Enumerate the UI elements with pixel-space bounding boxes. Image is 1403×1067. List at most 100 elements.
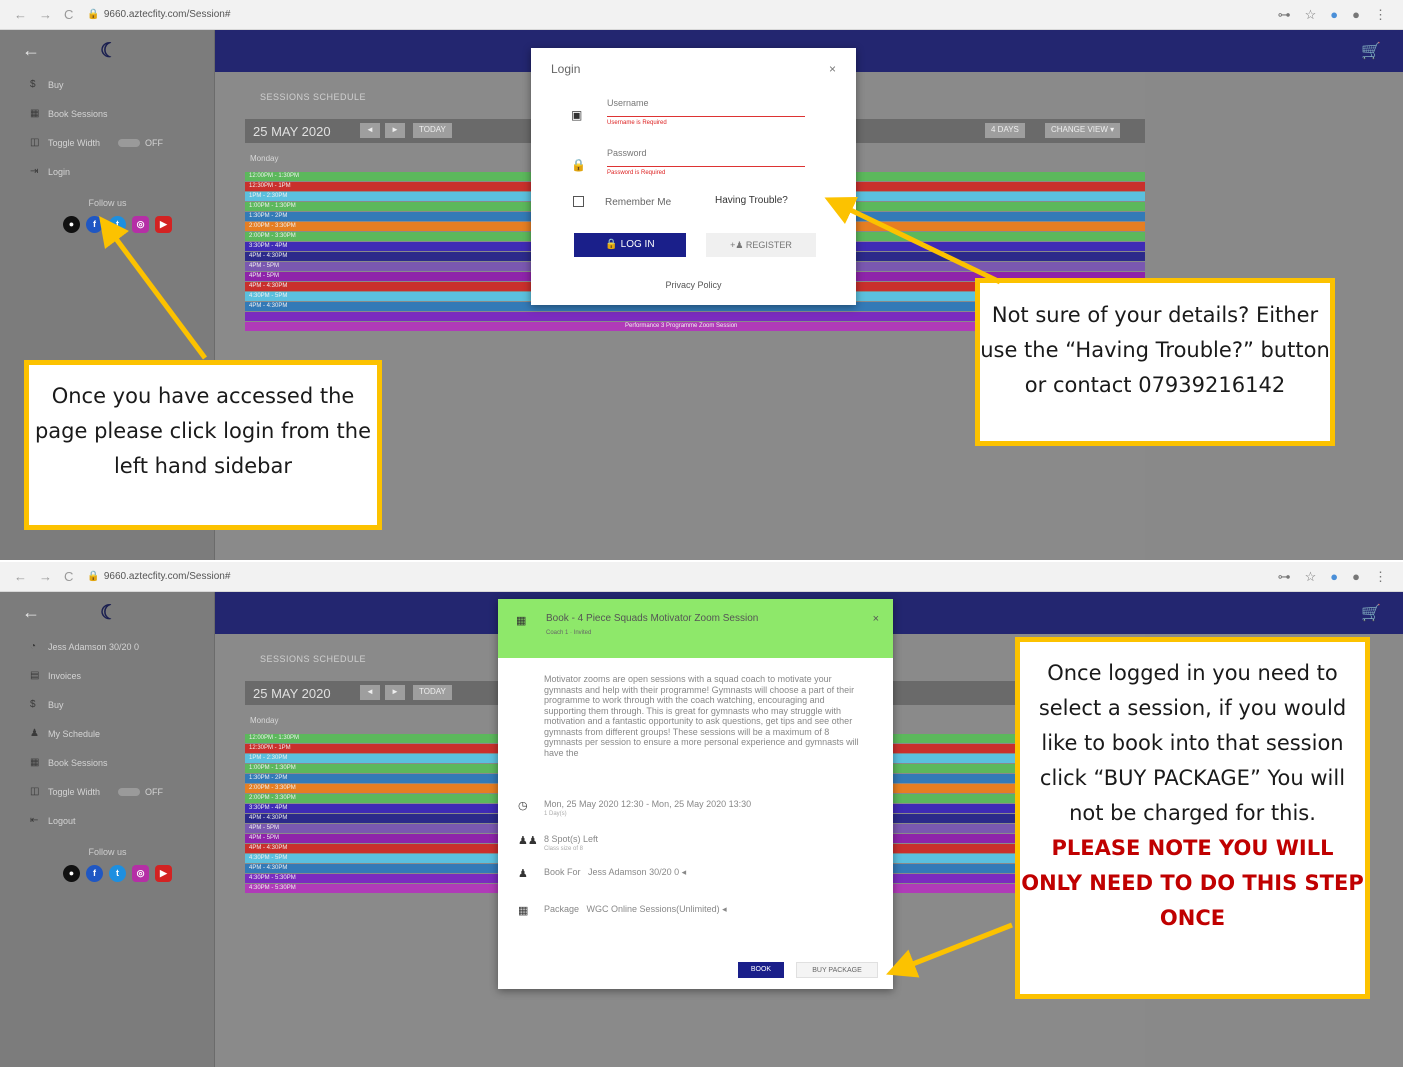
- cart-icon[interactable]: 🛒: [1361, 41, 1381, 61]
- star-icon[interactable]: ☆: [1305, 569, 1317, 585]
- session-time: 3:30PM - 4PM: [249, 805, 288, 811]
- sidebar-item-buy[interactable]: $ Buy: [0, 690, 214, 719]
- login-screenshot-panel: ← → C 🔒 9660.aztecfity.com/Session# ⊶ ☆ ●…: [0, 0, 1403, 560]
- change-view-button[interactable]: CHANGE VIEW ▾: [1045, 123, 1121, 138]
- today-button[interactable]: TODAY: [413, 685, 452, 700]
- twitter-icon[interactable]: t: [109, 865, 126, 882]
- having-trouble-link[interactable]: Having Trouble?: [715, 195, 788, 206]
- instagram-icon[interactable]: ◎: [132, 216, 149, 233]
- sidebar-back-icon[interactable]: ←: [22, 40, 40, 61]
- session-time: 4PM - 5PM: [249, 825, 280, 831]
- session-time: 4PM - 4:30PM: [249, 815, 288, 821]
- address-bar[interactable]: 🔒 9660.aztecfity.com/Session#: [87, 9, 230, 20]
- sidebar-item-logout[interactable]: ⇤ Logout: [0, 806, 214, 835]
- dropdown-icon[interactable]: ◂: [682, 867, 687, 877]
- social-icon-1[interactable]: ●: [63, 865, 80, 882]
- dollar-icon: $: [30, 699, 36, 710]
- key-icon[interactable]: ⊶: [1278, 569, 1291, 585]
- sidebar-item-book-sessions[interactable]: ▦ Book Sessions: [0, 748, 214, 777]
- sidebar: ← ☾ ◔ Jess Adamson 30/20 0 ▤ Invoices $ Buy…: [0, 592, 215, 1067]
- group-icon: ♟♟: [518, 835, 538, 847]
- sidebar-item-buy[interactable]: $ Buy: [0, 70, 214, 99]
- back-arrow-icon[interactable]: ←: [14, 7, 27, 22]
- booking-instruction-callout: Once logged in you need to select a sess…: [1015, 637, 1370, 999]
- toggle-switch[interactable]: [118, 138, 141, 147]
- session-time: 4:30PM - 5PM: [249, 855, 288, 861]
- browser-toolbar: ← → C 🔒 9660.aztecfity.com/Session# ⊶ ☆ ●…: [0, 562, 1403, 592]
- browser-toolbar: ← → C 🔒 9660.aztecfity.com/Session# ⊶ ☆ ●…: [0, 0, 1403, 30]
- next-button[interactable]: ►: [385, 685, 405, 700]
- width-icon: ◫: [30, 137, 40, 148]
- login-button[interactable]: 🔒 LOG IN: [574, 233, 686, 257]
- column-header: Monday: [250, 154, 279, 163]
- book-button[interactable]: BOOK: [738, 962, 784, 978]
- remember-checkbox[interactable]: [573, 196, 584, 207]
- id-card-icon: ▣: [571, 108, 583, 122]
- today-button[interactable]: TODAY: [413, 123, 452, 138]
- calendar-icon: ▦: [30, 108, 40, 119]
- buy-package-button[interactable]: BUY PACKAGE: [796, 962, 878, 978]
- current-date: 25 MAY 2020: [253, 686, 331, 701]
- sidebar-item-book-sessions[interactable]: ▦ Book Sessions: [0, 99, 214, 128]
- person-icon: ♟: [30, 728, 39, 739]
- menu-dots-icon[interactable]: ⋮: [1374, 7, 1387, 23]
- profile-icon[interactable]: ●: [1352, 569, 1360, 585]
- session-time: 4PM - 5PM: [249, 835, 280, 841]
- session-time: 2:00PM - 3:30PM: [249, 795, 296, 801]
- address-bar[interactable]: 🔒 9660.aztecfity.com/Session#: [87, 571, 230, 582]
- youtube-icon[interactable]: ▶: [155, 216, 172, 233]
- sidebar-item-toggle-width[interactable]: ◫ Toggle Width OFF: [0, 777, 214, 806]
- session-time: 1:00PM - 1:30PM: [249, 765, 296, 771]
- reload-icon[interactable]: C: [64, 569, 73, 584]
- extension-icon[interactable]: ●: [1330, 569, 1338, 585]
- dropdown-icon[interactable]: ◂: [722, 904, 727, 914]
- avatar-icon: ◔: [30, 641, 37, 652]
- facebook-icon[interactable]: f: [86, 865, 103, 882]
- forward-arrow-icon[interactable]: →: [39, 7, 52, 22]
- instagram-icon[interactable]: ◎: [132, 865, 149, 882]
- session-time: 4PM - 4:30PM: [249, 865, 288, 871]
- privacy-policy-link[interactable]: Privacy Policy: [531, 280, 856, 290]
- sidebar-item-user[interactable]: ◔ Jess Adamson 30/20 0: [0, 632, 214, 661]
- session-time: 12:30PM - 1PM: [249, 745, 291, 751]
- menu-dots-icon[interactable]: ⋮: [1374, 569, 1387, 585]
- prev-button[interactable]: ◄: [360, 123, 380, 138]
- days-button[interactable]: 4 DAYS: [985, 123, 1025, 138]
- session-time: 4PM - 5PM: [249, 263, 280, 269]
- session-time: 3:30PM - 4PM: [249, 243, 288, 249]
- sidebar-item-invoices[interactable]: ▤ Invoices: [0, 661, 214, 690]
- prev-button[interactable]: ◄: [360, 685, 380, 700]
- session-time: 12:00PM - 1:30PM: [249, 173, 300, 179]
- twitter-icon[interactable]: t: [109, 216, 126, 233]
- toggle-switch[interactable]: [118, 787, 141, 796]
- back-arrow-icon[interactable]: ←: [14, 569, 27, 584]
- lock-icon: 🔒: [571, 158, 586, 172]
- register-button[interactable]: +♟ REGISTER: [706, 233, 816, 257]
- cart-icon[interactable]: 🛒: [1361, 603, 1381, 623]
- sidebar-item-toggle-width[interactable]: ◫ Toggle Width OFF: [0, 128, 214, 157]
- session-time: 12:30PM - 1PM: [249, 183, 291, 189]
- reload-icon[interactable]: C: [64, 7, 73, 22]
- star-icon[interactable]: ☆: [1305, 7, 1317, 23]
- forward-arrow-icon[interactable]: →: [39, 569, 52, 584]
- next-button[interactable]: ►: [385, 123, 405, 138]
- session-time: 4PM - 4:30PM: [249, 845, 288, 851]
- sidebar-item-login[interactable]: ⇥ Login: [0, 157, 214, 186]
- profile-icon[interactable]: ●: [1352, 7, 1360, 23]
- session-time: 2:00PM - 3:30PM: [249, 223, 296, 229]
- sidebar-back-icon[interactable]: ←: [22, 602, 40, 623]
- close-icon[interactable]: ×: [829, 62, 836, 76]
- column-header: Monday: [250, 716, 279, 725]
- logout-icon: ⇤: [30, 815, 39, 826]
- key-icon[interactable]: ⊶: [1278, 7, 1291, 23]
- session-time: 4:30PM - 5:30PM: [249, 885, 296, 891]
- social-icon-1[interactable]: ●: [63, 216, 80, 233]
- sidebar-item-my-schedule[interactable]: ♟ My Schedule: [0, 719, 214, 748]
- close-icon[interactable]: ×: [873, 613, 879, 625]
- login-instruction-callout: Once you have accessed the page please c…: [24, 360, 382, 530]
- invoice-icon: ▤: [30, 670, 40, 681]
- youtube-icon[interactable]: ▶: [155, 865, 172, 882]
- session-time: 4:30PM - 5PM: [249, 293, 288, 299]
- extension-icon[interactable]: ●: [1330, 7, 1338, 23]
- facebook-icon[interactable]: f: [86, 216, 103, 233]
